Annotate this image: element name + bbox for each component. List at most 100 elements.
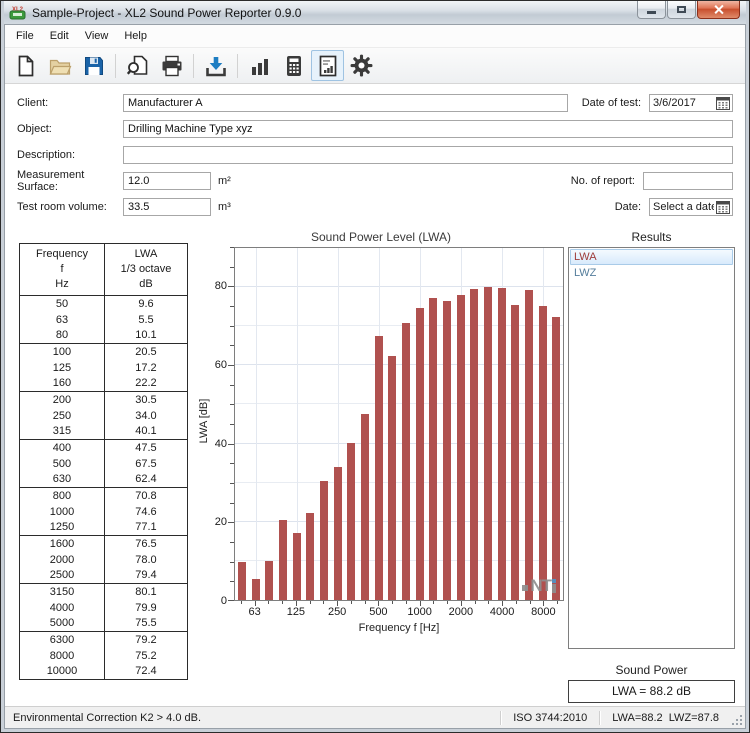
chart-bar — [293, 533, 301, 600]
maximize-button[interactable] — [667, 1, 696, 19]
x-axis-tick-label: 63 — [249, 606, 261, 618]
chart-bar — [484, 287, 492, 600]
x-axis-tick — [365, 601, 366, 604]
table-cell: 77.1 — [104, 520, 187, 536]
table-cell: 630 — [20, 472, 105, 488]
table-cell: 2500 — [20, 568, 105, 584]
y-axis-tick-label: 60 — [215, 359, 227, 371]
save-icon — [82, 54, 106, 78]
toolbar-separator — [193, 54, 194, 78]
no-of-report-input[interactable] — [643, 172, 733, 190]
nti-logo-i — [552, 579, 556, 593]
measurement-surface-input[interactable] — [123, 172, 211, 190]
x-axis-tick — [241, 601, 242, 604]
description-input[interactable] — [123, 146, 733, 164]
minimize-button[interactable] — [637, 1, 666, 19]
resize-grip[interactable] — [729, 710, 743, 726]
chart-bar — [306, 513, 314, 600]
table-cell: 72.4 — [104, 664, 187, 680]
print-preview-button[interactable] — [121, 50, 154, 81]
settings-button[interactable] — [345, 50, 378, 81]
window-controls — [636, 1, 740, 19]
x-axis-tick — [530, 601, 531, 604]
report-form: Client: Date of test: 3/6/2017 — [5, 84, 745, 224]
print-button[interactable] — [155, 50, 188, 81]
bar-chart-button[interactable] — [243, 50, 276, 81]
chart-bar — [265, 561, 273, 601]
object-input[interactable] — [123, 120, 733, 138]
table-row: 1000072.4 — [20, 664, 188, 680]
description-label: Description: — [17, 149, 123, 161]
table-row: 200078.0 — [20, 552, 188, 568]
calendar-icon[interactable] — [714, 199, 732, 215]
x-axis-tick — [268, 601, 269, 604]
results-list[interactable]: LWALWZ — [568, 247, 735, 649]
table-cell: 250 — [20, 408, 105, 424]
save-button[interactable] — [77, 50, 110, 81]
table-row: 80070.8 — [20, 488, 188, 504]
table-row: 8010.1 — [20, 328, 188, 344]
toolbar — [5, 47, 745, 84]
gridline-vertical — [256, 248, 257, 600]
menu-view[interactable]: View — [77, 27, 117, 45]
table-row: 500075.5 — [20, 616, 188, 632]
date-of-test-field[interactable]: 3/6/2017 — [649, 94, 733, 112]
calendar-icon[interactable] — [714, 95, 732, 111]
x-axis-tick — [310, 601, 311, 604]
report-view-icon — [316, 54, 340, 78]
chart-panel: Sound Power Level (LWA) LWA [dB] 0204060… — [198, 230, 564, 706]
bar-chart-icon — [248, 54, 272, 78]
x-axis-tick — [488, 601, 489, 604]
results-panel: Results LWALWZ Sound Power LWA = 88.2 dB — [568, 230, 735, 706]
chart-y-axis: 020406080 — [210, 247, 234, 601]
test-room-volume-input[interactable] — [123, 198, 211, 216]
close-button[interactable] — [697, 1, 740, 19]
menu-help[interactable]: Help — [116, 27, 155, 45]
status-separator — [500, 711, 501, 725]
table-row: 635.5 — [20, 312, 188, 328]
chart-bar — [443, 301, 451, 600]
measurement-surface-unit: m² — [218, 175, 231, 187]
x-axis-tick — [475, 601, 476, 604]
table-cell: 80 — [20, 328, 105, 344]
menu-file[interactable]: File — [8, 27, 42, 45]
y-axis-tick-label: 20 — [215, 516, 227, 528]
table-cell: 62.4 — [104, 472, 187, 488]
frequency-table: Frequency f Hz LWA 1/3 octave dB 509.663… — [19, 243, 188, 680]
table-cell: 1250 — [20, 520, 105, 536]
chart-y-axis-label-col: LWA [dB] — [198, 247, 210, 634]
report-view-button[interactable] — [311, 50, 344, 81]
result-item-lwa[interactable]: LWA — [570, 249, 733, 265]
measurement-surface-label: Measurement Surface: — [17, 169, 123, 193]
chart-bar — [238, 562, 246, 600]
table-header-frequency: Frequency f Hz — [20, 244, 105, 296]
date-field[interactable]: Select a date — [649, 198, 733, 216]
x-axis-tick-label: 250 — [328, 606, 346, 618]
new-document-button[interactable] — [9, 50, 42, 81]
chart-bar — [429, 298, 437, 600]
calculator-button[interactable] — [277, 50, 310, 81]
client-label: Client: — [17, 97, 123, 109]
chart-bar — [320, 481, 328, 600]
table-cell: 315 — [20, 424, 105, 440]
chart-bar — [511, 305, 519, 600]
result-item-lwz[interactable]: LWZ — [570, 265, 733, 281]
table-cell: 22.2 — [104, 376, 187, 392]
import-data-button[interactable] — [199, 50, 232, 81]
x-axis-tick-label: 4000 — [490, 606, 514, 618]
table-cell: 63 — [20, 312, 105, 328]
chart-title: Sound Power Level (LWA) — [198, 230, 564, 245]
x-axis-tick — [323, 601, 324, 604]
y-axis-tick-label: 0 — [221, 595, 227, 607]
window-title: Sample-Project - XL2 Sound Power Reporte… — [32, 6, 301, 20]
table-cell: 80.1 — [104, 584, 187, 600]
x-axis-tick — [516, 601, 517, 604]
menu-edit[interactable]: Edit — [42, 27, 77, 45]
chart-bar — [375, 336, 383, 600]
open-folder-button[interactable] — [43, 50, 76, 81]
table-cell: 10000 — [20, 664, 105, 680]
table-cell: 3150 — [20, 584, 105, 600]
table-cell: 79.2 — [104, 632, 187, 648]
client-input[interactable] — [123, 94, 568, 112]
table-row: 31540.1 — [20, 424, 188, 440]
